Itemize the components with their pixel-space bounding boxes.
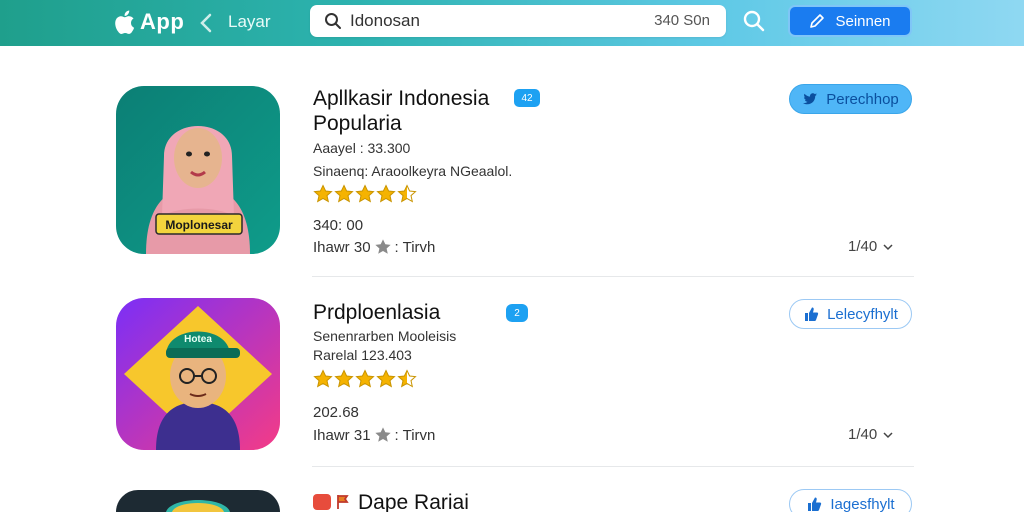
back-chevron-icon[interactable] [198,12,214,34]
star-rating [313,184,417,204]
rating-summary: Ihawr 31 : Tirvn [313,426,435,444]
chevron-down-icon [883,431,893,438]
layar-link[interactable]: Layar [228,12,271,32]
pager[interactable]: 1/40 [848,426,893,443]
app-subtitle: Popularia [313,112,402,135]
rating-summary-prefix: Ihawr 30 [313,238,371,256]
star-half-icon [397,184,417,203]
hijab-avatar-icon: Moplonesar [116,86,280,254]
search-result-count: 340 S0n [654,12,710,29]
star-full-icon [313,184,333,203]
rating-summary: Ihawr 30 : Tirvh [313,238,435,256]
app-price: 202.68 [313,404,359,421]
star-full-icon [376,184,396,203]
app-badge: 42 [514,89,540,107]
rating-summary-suffix: : Tirvn [394,426,436,444]
pencil-icon [810,14,825,28]
action-button[interactable]: Lelecyfhylt [789,299,912,329]
app-badge [313,494,331,510]
star-full-icon [334,184,354,203]
header-search-icon[interactable] [742,9,766,33]
app-meta-size: Aaayel : 33.300 [313,140,411,156]
cap-text: Hotea [184,334,212,345]
star-full-icon [355,369,375,388]
apple-logo-icon [115,10,135,34]
action-label: Perechhop [826,90,899,108]
thumbs-up-icon [805,307,819,321]
star-icon [374,427,391,442]
icon-caption: Moplonesar [165,218,233,232]
action-label: Iagesfhylt [830,495,895,512]
star-half-icon [397,369,417,388]
action-button[interactable]: Perechhop [789,84,912,114]
star-rating [313,369,417,389]
top-bar: App Layar 340 S0n Seinnen [0,0,1024,46]
cap-boy-avatar-icon: Hotea [116,298,280,450]
search-bar[interactable]: 340 S0n [310,5,726,37]
app-title[interactable]: Dape Rariai [358,490,469,512]
app-title[interactable]: Apllkasir Indonesia [313,86,489,112]
rating-summary-suffix: : Tirvh [394,238,436,256]
chevron-down-icon [883,243,893,250]
signin-label: Seinnen [835,12,891,30]
brand[interactable]: App [110,8,184,36]
pager-label: 1/40 [848,238,878,255]
star-full-icon [355,184,375,203]
pager[interactable]: 1/40 [848,238,893,255]
app-price: 340: 00 [313,217,364,234]
brand-name: App [140,9,185,34]
star-full-icon [313,369,333,388]
app-badge: 2 [506,304,528,322]
twitter-bird-icon [803,93,818,105]
search-input[interactable] [350,11,650,31]
star-full-icon [376,369,396,388]
app-meta-developer: Sinaenq: Araoolkeyra NGeaalol. [313,163,513,179]
thumbs-up-icon [808,497,822,511]
action-button[interactable]: Iagesfhylt [789,489,912,512]
star-icon [374,239,391,254]
app-title[interactable]: Prdploenlasia [313,300,440,326]
rating-summary-prefix: Ihawr 31 [313,426,371,444]
third-app-icon [116,490,280,512]
divider [312,466,914,467]
search-icon [325,13,341,29]
app-meta-developer: Senenrarben Mooleisis [313,328,457,344]
flag-icon [337,495,349,509]
pager-label: 1/40 [848,426,878,443]
app-icon-cap-boy[interactable]: Hotea [116,298,280,450]
star-full-icon [334,369,354,388]
app-icon-third[interactable] [116,490,280,512]
app-icon-hijab[interactable]: Moplonesar [116,86,280,254]
signin-button[interactable]: Seinnen [788,5,912,37]
divider [312,276,914,277]
app-meta-size: Rarelal 123.403 [313,347,412,363]
action-label: Lelecyfhylt [827,305,898,323]
